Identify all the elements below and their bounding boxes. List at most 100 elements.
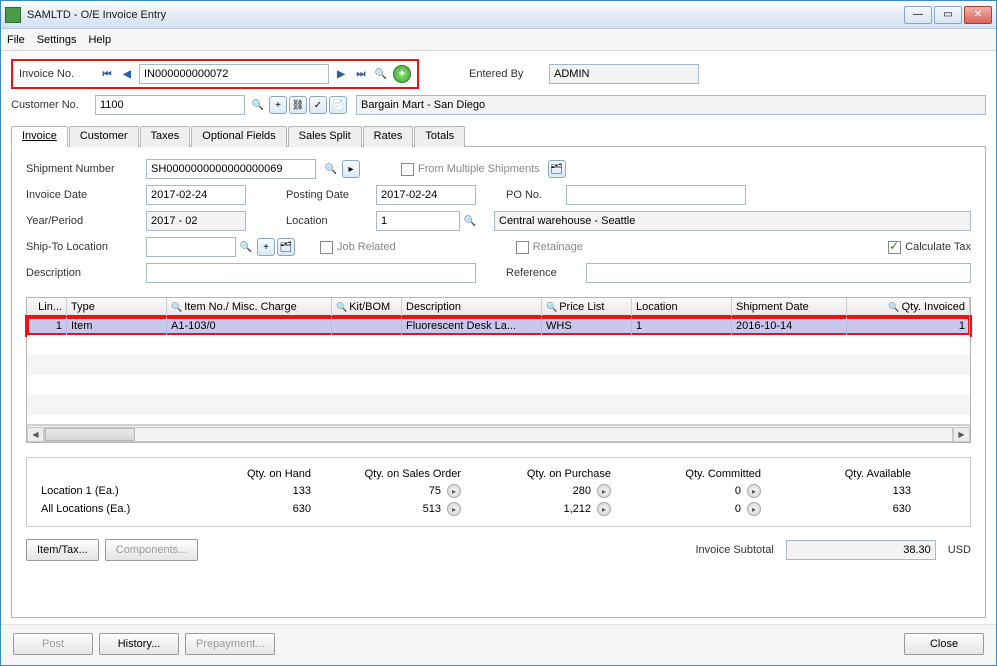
cell-kit bbox=[332, 317, 402, 335]
shipment-input[interactable] bbox=[146, 159, 316, 179]
drill-icon[interactable]: ▸ bbox=[447, 484, 461, 498]
shipto-detail-icon[interactable]: 🗂 bbox=[277, 238, 295, 256]
loc-label: Location bbox=[286, 215, 376, 227]
minimize-button[interactable]: — bbox=[904, 6, 932, 24]
titlebar: SAMLTD - O/E Invoice Entry — ▭ ✕ bbox=[1, 1, 996, 29]
ref-label: Reference bbox=[506, 267, 586, 279]
calctax-checkbox[interactable] bbox=[888, 241, 901, 254]
multi-shipment-icon[interactable]: 🗂 bbox=[548, 160, 566, 178]
loc-finder-icon[interactable]: 🔍 bbox=[461, 212, 479, 230]
invoice-no-label: Invoice No. bbox=[19, 68, 97, 80]
customer-finder-icon[interactable]: 🔍 bbox=[249, 96, 267, 114]
menu-settings[interactable]: Settings bbox=[37, 34, 77, 46]
tab-customer[interactable]: Customer bbox=[69, 126, 139, 147]
scroll-right-icon[interactable]: ▶ bbox=[953, 427, 970, 442]
tab-rates[interactable]: Rates bbox=[363, 126, 414, 147]
loc-input[interactable] bbox=[376, 211, 460, 231]
customer-name-field bbox=[356, 95, 986, 115]
col-line[interactable]: Lin... bbox=[27, 298, 67, 316]
cell-qty: 1 bbox=[847, 317, 970, 335]
prepayment-button: Prepayment... bbox=[185, 633, 275, 655]
ref-input[interactable] bbox=[586, 263, 971, 283]
item-tax-button[interactable]: Item/Tax... bbox=[26, 539, 99, 561]
shipment-go-icon[interactable]: ▸ bbox=[342, 160, 360, 178]
col-kit[interactable]: 🔍Kit/BOM bbox=[332, 298, 402, 316]
shipto-label: Ship-To Location bbox=[26, 241, 146, 253]
loc-desc-field bbox=[494, 211, 971, 231]
qty-r1-hand: 133 bbox=[293, 485, 311, 497]
tab-optional-fields[interactable]: Optional Fields bbox=[191, 126, 286, 147]
qty-h5: Qty. Available bbox=[781, 468, 931, 480]
first-record-icon[interactable]: ⏮ bbox=[98, 65, 116, 83]
drill-icon[interactable]: ▸ bbox=[747, 502, 761, 516]
drill-icon[interactable]: ▸ bbox=[597, 484, 611, 498]
invdate-label: Invoice Date bbox=[26, 189, 146, 201]
subtotal-label: Invoice Subtotal bbox=[695, 544, 773, 556]
from-multi-checkbox[interactable] bbox=[401, 163, 414, 176]
tab-sales-split[interactable]: Sales Split bbox=[288, 126, 362, 147]
window: SAMLTD - O/E Invoice Entry — ▭ ✕ File Se… bbox=[0, 0, 997, 666]
close-window-button[interactable]: Close bbox=[904, 633, 984, 655]
col-price[interactable]: 🔍Price List bbox=[542, 298, 632, 316]
invoice-no-input[interactable] bbox=[139, 64, 329, 84]
col-loc[interactable]: Location bbox=[632, 298, 732, 316]
customer-link-icon[interactable]: ⛓ bbox=[289, 96, 307, 114]
scroll-left-icon[interactable]: ◀ bbox=[27, 427, 44, 442]
maximize-button[interactable]: ▭ bbox=[934, 6, 962, 24]
col-type[interactable]: Type bbox=[67, 298, 167, 316]
postdate-input[interactable] bbox=[376, 185, 476, 205]
pono-input[interactable] bbox=[566, 185, 746, 205]
entered-by-field bbox=[549, 64, 699, 84]
drill-icon[interactable]: ▸ bbox=[597, 502, 611, 516]
customer-no-input[interactable] bbox=[95, 95, 245, 115]
menubar: File Settings Help bbox=[1, 29, 996, 51]
from-multi-label: From Multiple Shipments bbox=[418, 163, 540, 175]
prev-record-icon[interactable]: ◀ bbox=[118, 65, 136, 83]
cell-type: Item bbox=[67, 317, 167, 335]
cell-loc: 1 bbox=[632, 317, 732, 335]
next-record-icon[interactable]: ▶ bbox=[332, 65, 350, 83]
qty-h0 bbox=[41, 468, 221, 480]
subtotal-field bbox=[786, 540, 936, 560]
history-button[interactable]: History... bbox=[99, 633, 179, 655]
col-qty[interactable]: 🔍Qty. Invoiced bbox=[847, 298, 970, 316]
tab-taxes[interactable]: Taxes bbox=[140, 126, 191, 147]
finder-icon[interactable]: 🔍 bbox=[372, 65, 390, 83]
grid-row-selected[interactable]: 1 Item A1-103/0 Fluorescent Desk La... W… bbox=[27, 317, 970, 335]
grid-hscroll[interactable]: ◀ ▶ bbox=[27, 425, 970, 442]
menu-help[interactable]: Help bbox=[88, 34, 111, 46]
invdate-input[interactable] bbox=[146, 185, 246, 205]
desc-input[interactable] bbox=[146, 263, 476, 283]
qty-r2-order: 513 bbox=[423, 503, 441, 515]
last-record-icon[interactable]: ⏭ bbox=[352, 65, 370, 83]
shipto-input[interactable] bbox=[146, 237, 236, 257]
shipto-add-icon[interactable]: + bbox=[257, 238, 275, 256]
drill-icon[interactable]: ▸ bbox=[447, 502, 461, 516]
post-button: Post bbox=[13, 633, 93, 655]
qty-summary: Qty. on Hand Qty. on Sales Order Qty. on… bbox=[26, 457, 971, 527]
shipment-finder-icon[interactable]: 🔍 bbox=[322, 160, 340, 178]
tab-totals[interactable]: Totals bbox=[414, 126, 465, 147]
qty-r1-label: Location 1 (Ea.) bbox=[41, 484, 221, 498]
customer-no-label: Customer No. bbox=[11, 99, 95, 111]
drill-icon[interactable]: ▸ bbox=[747, 484, 761, 498]
customer-add-icon[interactable]: + bbox=[269, 96, 287, 114]
jobrel-checkbox bbox=[320, 241, 333, 254]
new-icon[interactable]: + bbox=[393, 65, 411, 83]
scroll-thumb[interactable] bbox=[45, 428, 135, 441]
cell-line: 1 bbox=[27, 317, 67, 335]
footer: Post History... Prepayment... Close bbox=[1, 624, 996, 665]
tab-invoice[interactable]: Invoice bbox=[11, 126, 68, 147]
close-button[interactable]: ✕ bbox=[964, 6, 992, 24]
col-item[interactable]: 🔍Item No./ Misc. Charge bbox=[167, 298, 332, 316]
customer-note-icon[interactable]: 📄 bbox=[329, 96, 347, 114]
cell-shipdate: 2016-10-14 bbox=[732, 317, 847, 335]
col-desc[interactable]: Description bbox=[402, 298, 542, 316]
invoice-panel: Shipment Number 🔍 ▸ From Multiple Shipme… bbox=[11, 147, 986, 618]
shipto-finder-icon[interactable]: 🔍 bbox=[237, 238, 255, 256]
grid-body[interactable] bbox=[27, 335, 970, 425]
col-shipdate[interactable]: Shipment Date bbox=[732, 298, 847, 316]
cell-price: WHS bbox=[542, 317, 632, 335]
customer-check-icon[interactable]: ✓ bbox=[309, 96, 327, 114]
menu-file[interactable]: File bbox=[7, 34, 25, 46]
